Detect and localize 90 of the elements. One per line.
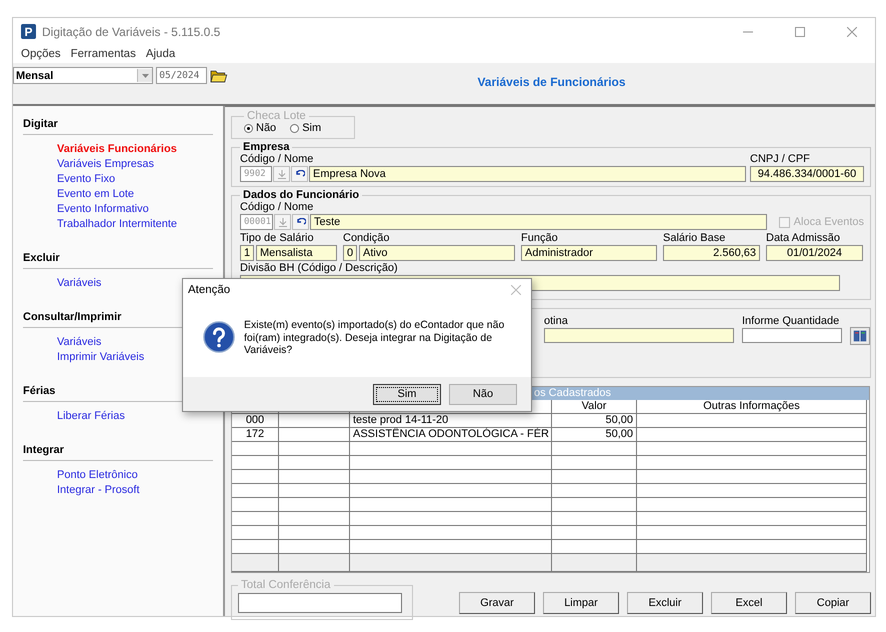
table-cell: 000: [232, 414, 279, 428]
action-button[interactable]: Excluir: [627, 592, 703, 614]
rotina-field[interactable]: [544, 328, 734, 343]
table-cell: teste prod 14-11-20: [350, 414, 552, 428]
sidebar-link[interactable]: Liberar Férias: [57, 410, 223, 422]
book-icon[interactable]: [850, 327, 870, 345]
field-label: Data Admissão: [766, 232, 841, 245]
undo-icon[interactable]: [292, 214, 309, 230]
field-label: CNPJ / CPF: [750, 153, 811, 166]
sidebar-link[interactable]: Evento Fixo: [57, 173, 223, 185]
field-label: Informe Quantidade: [742, 315, 840, 328]
caret-icon[interactable]: [142, 74, 149, 78]
footer-cell: [232, 554, 279, 572]
table-cell: [232, 442, 279, 456]
column-header: Valor: [552, 400, 637, 414]
table-cell: 50,00: [552, 428, 637, 442]
action-button[interactable]: Gravar: [459, 592, 535, 614]
field-label: Código / Nome: [240, 201, 314, 214]
menu-item[interactable]: Opções: [21, 48, 61, 60]
checa-lote-group: Checa Lote Não Sim: [231, 110, 355, 139]
menu-item[interactable]: Ferramentas: [70, 48, 136, 60]
window-title: Digitação de Variáveis - 5.115.0.5: [42, 24, 222, 38]
table-cell: [232, 484, 279, 498]
app-logo: P: [21, 24, 36, 39]
sidebar-link[interactable]: Evento em Lote: [57, 188, 223, 200]
table-cell: 172: [232, 428, 279, 442]
sidebar-link[interactable]: Trabalhador Intermitente: [57, 218, 223, 230]
quantity-field[interactable]: [742, 328, 842, 343]
menu-item[interactable]: Ajuda: [146, 48, 176, 60]
total-field[interactable]: [238, 593, 402, 613]
field-label: otina: [544, 315, 569, 328]
dialog-button[interactable]: Sim: [373, 384, 441, 404]
value-field[interactable]: 2.560,63: [663, 245, 760, 261]
table-cell: [279, 414, 350, 428]
column-header: Outras Informações: [637, 400, 867, 414]
name-field[interactable]: Teste: [310, 214, 767, 230]
table-cell: 50,00: [552, 414, 637, 428]
code-field[interactable]: 0: [343, 245, 357, 261]
value-field[interactable]: Administrador: [521, 245, 657, 261]
sidebar-link[interactable]: Variáveis Empresas: [57, 158, 223, 170]
table-cell: [279, 498, 350, 512]
dialog-message: Existe(m) evento(s) importado(s) do eContador que não foi(ram) integrado(s). Deseja integrar na Digitação de Variáveis?: [244, 319, 506, 356]
value-field[interactable]: Mensalista: [256, 245, 337, 261]
action-button[interactable]: Copiar: [795, 592, 871, 614]
period-dropdown[interactable]: Mensal: [13, 67, 154, 84]
field-label: Salário Base: [663, 232, 726, 245]
table-cell: [232, 470, 279, 484]
undo-icon[interactable]: [291, 166, 308, 182]
table-cell: [279, 442, 350, 456]
table-cell: [232, 512, 279, 526]
total-group: Total Conferência: [231, 579, 413, 620]
section-heading: Integrar: [23, 444, 213, 461]
dialog-title: Atenção: [188, 284, 230, 296]
action-button[interactable]: Limpar: [543, 592, 619, 614]
question-icon: [203, 321, 235, 353]
sidebar-link[interactable]: Integrar - Prosoft: [57, 484, 223, 496]
value-field[interactable]: 01/01/2024: [766, 245, 863, 261]
field-label: Função: [521, 232, 559, 245]
competence-field[interactable]: 05/2024: [156, 67, 208, 84]
section-heading: Excluir: [23, 252, 213, 269]
field-label: Divisão BH (Código / Descrição): [240, 262, 399, 275]
code-field[interactable]: 1: [240, 245, 254, 261]
radio-option[interactable]: Sim: [290, 122, 322, 134]
radio-option[interactable]: Não: [244, 122, 276, 134]
table-cell: [232, 456, 279, 470]
page-heading: Variáveis de Funcionários: [477, 74, 626, 88]
action-button[interactable]: Excel: [711, 592, 787, 614]
table-cell: [279, 428, 350, 442]
field-label: Código / Nome: [240, 153, 314, 166]
footer-cell: [279, 554, 350, 572]
table-cell: [279, 456, 350, 470]
sidebar-link[interactable]: Evento Informativo: [57, 203, 223, 215]
table-cell: [232, 526, 279, 540]
sidebar-link[interactable]: Variáveis Funcionários: [57, 143, 223, 155]
table-cell: [279, 470, 350, 484]
close-icon[interactable]: [511, 285, 521, 295]
table-cell: [279, 484, 350, 498]
cnpj-field[interactable]: 94.486.334/0001-60: [750, 166, 864, 182]
empresa-group: Empresa Código / Nome 9902 Empresa Nova CNPJ / CPF 94.486.334/0001-60: [231, 141, 871, 187]
field-label: Condição: [343, 232, 390, 245]
value-field[interactable]: Ativo: [359, 245, 515, 261]
grid-title: os Cadastrados: [534, 387, 612, 399]
dialog-button[interactable]: Não: [449, 384, 517, 404]
sidebar-link[interactable]: Ponto Eletrônico: [57, 469, 223, 481]
field-label: Tipo de Salário: [240, 232, 315, 245]
table-cell: [232, 498, 279, 512]
name-field[interactable]: Empresa Nova: [309, 166, 746, 182]
section-heading: Digitar: [23, 118, 213, 135]
table-cell: [279, 512, 350, 526]
table-cell: [279, 526, 350, 540]
